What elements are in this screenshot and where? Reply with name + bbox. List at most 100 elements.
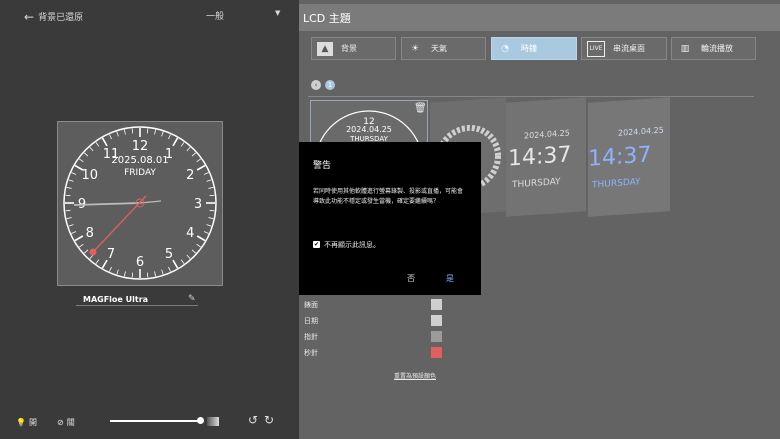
color-swatch-hands[interactable] (431, 331, 442, 342)
dialog-title: 警告 (313, 161, 332, 171)
clock-minor-tick (89, 254, 94, 260)
profile-select[interactable]: 一般 (206, 9, 224, 22)
color-label-face: 錶面 (304, 301, 318, 309)
slideshow-icon: ▥ (680, 43, 690, 54)
clock-minor-tick (116, 131, 119, 137)
warning-dialog: 警告 若同時使用其他軟體進行螢幕錄製、投影或直播，可能會導致此功能不穩定或發生當… (299, 142, 481, 295)
theme-thumbnail[interactable]: 2024.04.25 14:37 THURSDAY (588, 97, 670, 217)
clock-minor-tick (66, 187, 72, 189)
clock-minor-tick (109, 134, 112, 140)
rotate-right-icon[interactable]: ↻ (264, 413, 274, 427)
tab-live[interactable]: LIVE 串流桌面 (581, 37, 667, 60)
clock-minor-tick (124, 271, 126, 277)
second-hand-dot (89, 248, 97, 256)
clock-minor-tick (161, 131, 164, 137)
theme-time: 14:37 (508, 142, 572, 172)
clock-minor-tick (66, 217, 72, 219)
theme-date: 2024.04.25 (618, 125, 664, 138)
trash-icon[interactable]: 🗑 (414, 103, 427, 114)
rotate-left-icon[interactable]: ↺ (248, 413, 258, 427)
yes-button[interactable]: 是 (446, 273, 454, 284)
clock-minor-tick (191, 152, 197, 157)
page-title: LCD 主題 (303, 12, 351, 25)
clock-minor-tick (186, 254, 191, 260)
clock-minor-tick (79, 243, 84, 248)
right-header (299, 4, 780, 31)
brightness-slider-fill (110, 420, 198, 422)
live-icon: LIVE (587, 40, 605, 57)
prev-page-button[interactable]: ‹ (311, 80, 321, 90)
clock-number: 8 (86, 226, 94, 241)
clock-minor-tick (191, 249, 197, 254)
clock-minor-tick (89, 146, 94, 152)
dont-show-checkbox[interactable]: ✔ (313, 241, 320, 248)
light-off-toggle[interactable]: ⊘ 關 (57, 417, 75, 428)
back-button[interactable]: ← 背景已還原 (24, 10, 83, 24)
clock-date: 2025.08.01 (111, 155, 168, 166)
clock-major-tick (196, 164, 206, 171)
color-swatch-second[interactable] (431, 347, 442, 358)
clock-minor-tick (131, 128, 134, 134)
color-swatch-date[interactable] (431, 315, 442, 326)
clock-preview: 121234567891011 2025.08.01 FRIDAY (57, 121, 223, 286)
clock-minor-tick (131, 272, 134, 278)
clock-major-tick (172, 259, 179, 269)
reset-colors-link[interactable]: 重置為預設顏色 (394, 371, 436, 380)
theme-date: 2024.04.25 (524, 128, 570, 141)
brightness-slider-thumb[interactable] (197, 417, 204, 424)
light-toggle[interactable]: 💡 開 (16, 417, 37, 428)
tab-slideshow[interactable]: ▥ 輪流播放 (671, 37, 756, 60)
color-swatch-face[interactable] (431, 299, 442, 310)
clock-minor-tick (161, 269, 164, 275)
light-off-icon: ⊘ (57, 418, 64, 427)
clock-minor-tick (206, 179, 212, 182)
clock-minor-tick (196, 158, 201, 163)
light-off-label: 關 (66, 418, 75, 427)
edit-icon[interactable]: ✎ (188, 294, 196, 304)
tab-label: 串流桌面 (613, 44, 645, 53)
brightness-gradient-icon (207, 417, 219, 426)
clock-minor-tick (71, 172, 77, 175)
clock-minor-tick (180, 142, 185, 147)
clock-major-tick (74, 235, 84, 242)
clock-number: 5 (165, 247, 173, 262)
theme-day: THURSDAY (592, 177, 641, 191)
clock-face: 121234567891011 2025.08.01 FRIDAY (63, 126, 217, 280)
theme-day: THURSDAY (512, 176, 561, 191)
theme-12: 12 (363, 117, 374, 127)
clock-number: 3 (194, 197, 202, 212)
tab-label: 輪流播放 (701, 44, 733, 53)
clock-minor-tick (206, 224, 212, 227)
clock-minor-tick (68, 179, 74, 182)
clock-minor-tick (208, 217, 214, 219)
tab-clock[interactable]: ◔ 時鐘 (491, 37, 577, 60)
clock-minor-tick (124, 129, 126, 135)
clock-major-tick (101, 137, 108, 147)
page-number[interactable]: 1 (325, 80, 335, 90)
color-label-hands: 指針 (304, 333, 318, 341)
no-button[interactable]: 否 (407, 273, 415, 284)
chevron-down-icon[interactable]: ▼ (275, 9, 280, 17)
clock-minor-tick (203, 172, 209, 175)
tab-background[interactable]: ▲ 背景 (311, 37, 396, 60)
clock-minor-tick (180, 259, 185, 264)
clock-minor-tick (95, 142, 100, 147)
clock-number: 10 (81, 168, 98, 183)
color-label-second: 秒針 (304, 349, 318, 357)
clock-minor-tick (71, 231, 77, 234)
clock-minor-tick (196, 243, 201, 248)
image-icon: ▲ (317, 41, 333, 56)
clock-minor-tick (95, 259, 100, 264)
clock-minor-tick (65, 194, 71, 197)
tab-label: 天氣 (431, 44, 447, 53)
clock-number: 6 (136, 255, 144, 270)
clock-minor-tick (154, 129, 156, 135)
clock-minor-tick (154, 271, 156, 277)
clock-major-tick (172, 137, 179, 147)
tab-label: 時鐘 (521, 44, 537, 53)
tab-weather[interactable]: ☀ 天氣 (401, 37, 486, 60)
name-underline (76, 305, 198, 306)
theme-thumbnail[interactable]: 2024.04.25 14:37 THURSDAY (506, 97, 586, 217)
light-on-label: 開 (28, 418, 37, 427)
clock-number: 2 (186, 168, 194, 183)
